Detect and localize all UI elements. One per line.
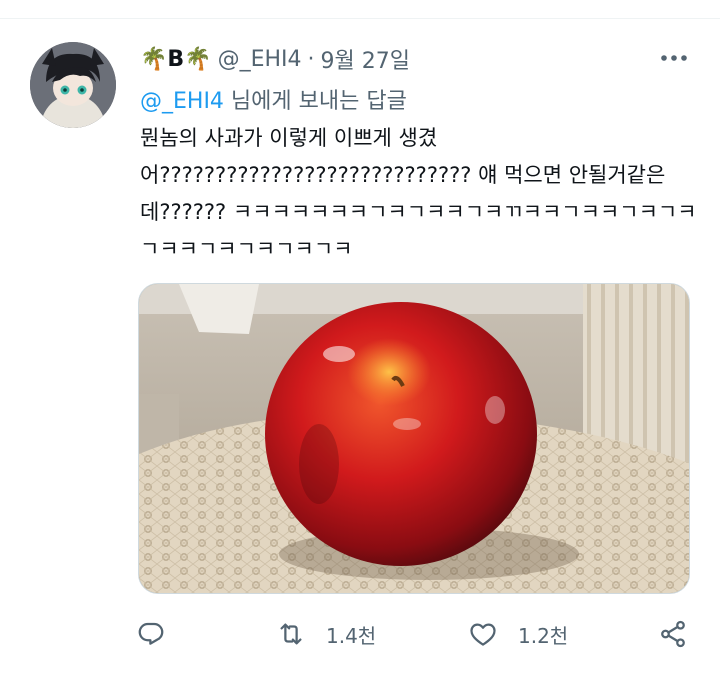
retweet-count: 1.4천 xyxy=(326,623,377,648)
more-options-button[interactable] xyxy=(658,46,690,70)
more-horizontal-icon xyxy=(661,55,687,61)
retweet-icon xyxy=(280,623,302,645)
tweet-date[interactable]: 9월 27일 xyxy=(321,43,410,75)
like-count: 1.2천 xyxy=(518,623,569,648)
like-button[interactable]: 1.2천 xyxy=(468,612,568,656)
replying-mention-link[interactable]: @_EHI4 xyxy=(140,89,224,114)
tweet-text: 뭔놈의 사과가 이렇게 이쁘게 생겼어?????????????????????… xyxy=(140,126,697,261)
reply-icon xyxy=(138,622,164,645)
heart-icon xyxy=(470,623,496,646)
share-button[interactable] xyxy=(658,612,688,656)
separator-dot: · xyxy=(307,46,315,72)
avatar-image xyxy=(30,42,116,128)
top-divider xyxy=(0,18,720,19)
tweet-photo[interactable] xyxy=(138,283,690,594)
retweet-button[interactable]: 1.4천 xyxy=(276,612,376,656)
avatar[interactable] xyxy=(30,42,116,128)
author-handle[interactable]: @_EHI4 xyxy=(218,47,302,72)
tweet-header: 🌴B🌴 @_EHI4 · 9월 27일 xyxy=(140,42,410,76)
replying-to: @_EHI4 님에게 보내는 답글 xyxy=(140,83,407,115)
apple-photo xyxy=(139,284,689,593)
author-name[interactable]: 🌴B🌴 xyxy=(140,47,212,72)
tweet-actions: 1.4천 1.2천 xyxy=(0,612,720,656)
replying-suffix: 님에게 보내는 답글 xyxy=(223,89,407,114)
share-icon xyxy=(661,620,685,648)
reply-button[interactable] xyxy=(136,612,166,656)
